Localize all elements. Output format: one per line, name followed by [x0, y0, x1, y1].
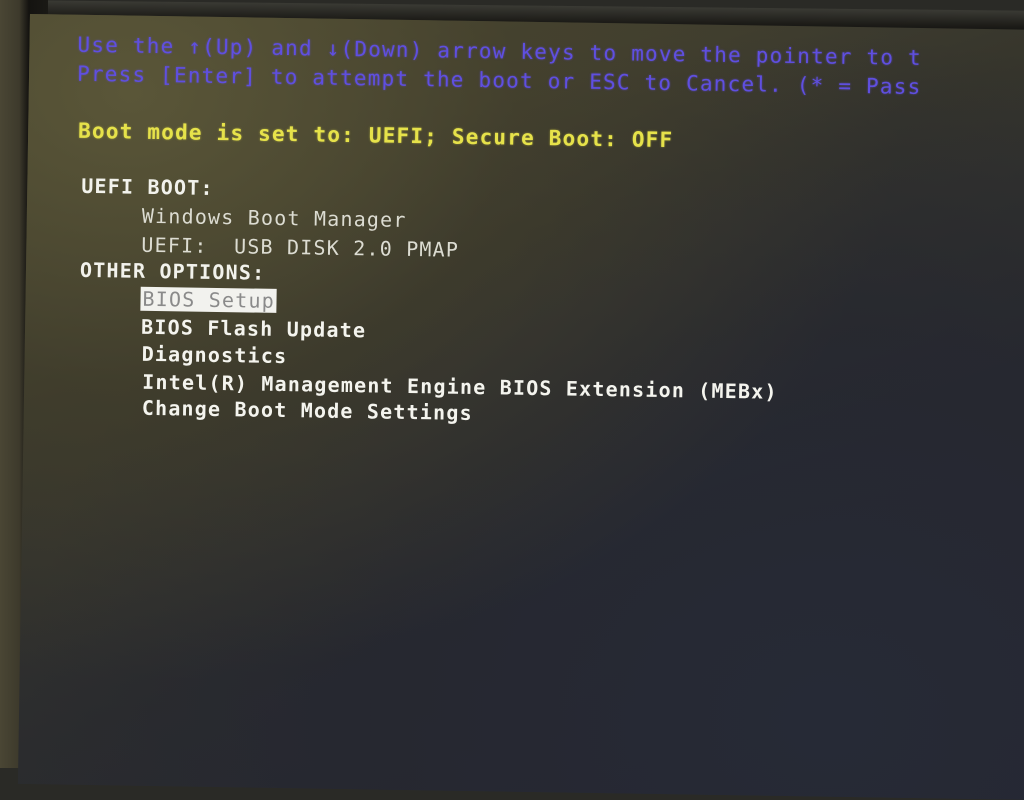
menu-item-bios-flash-update[interactable]: BIOS Flash Update: [141, 315, 366, 343]
section-heading-other-options: OTHER OPTIONS:: [79, 257, 266, 285]
section-heading-uefi-boot: UEFI BOOT:: [81, 173, 214, 200]
menu-item-diagnostics[interactable]: Diagnostics: [141, 342, 287, 368]
boot-menu-screen: Use the ↑(Up) and ↓(Down) arrow keys to …: [17, 14, 1024, 800]
menu-item-bios-setup[interactable]: BIOS Setup: [140, 286, 278, 313]
boot-mode-status: Boot mode is set to: UEFI; Secure Boot: …: [77, 118, 674, 153]
boot-option-windows-boot-manager[interactable]: Windows Boot Manager: [142, 204, 407, 232]
menu-item-change-boot-mode[interactable]: Change Boot Mode Settings: [142, 396, 473, 425]
boot-option-usb-disk[interactable]: UEFI: USB DISK 2.0 PMAP: [141, 233, 459, 262]
